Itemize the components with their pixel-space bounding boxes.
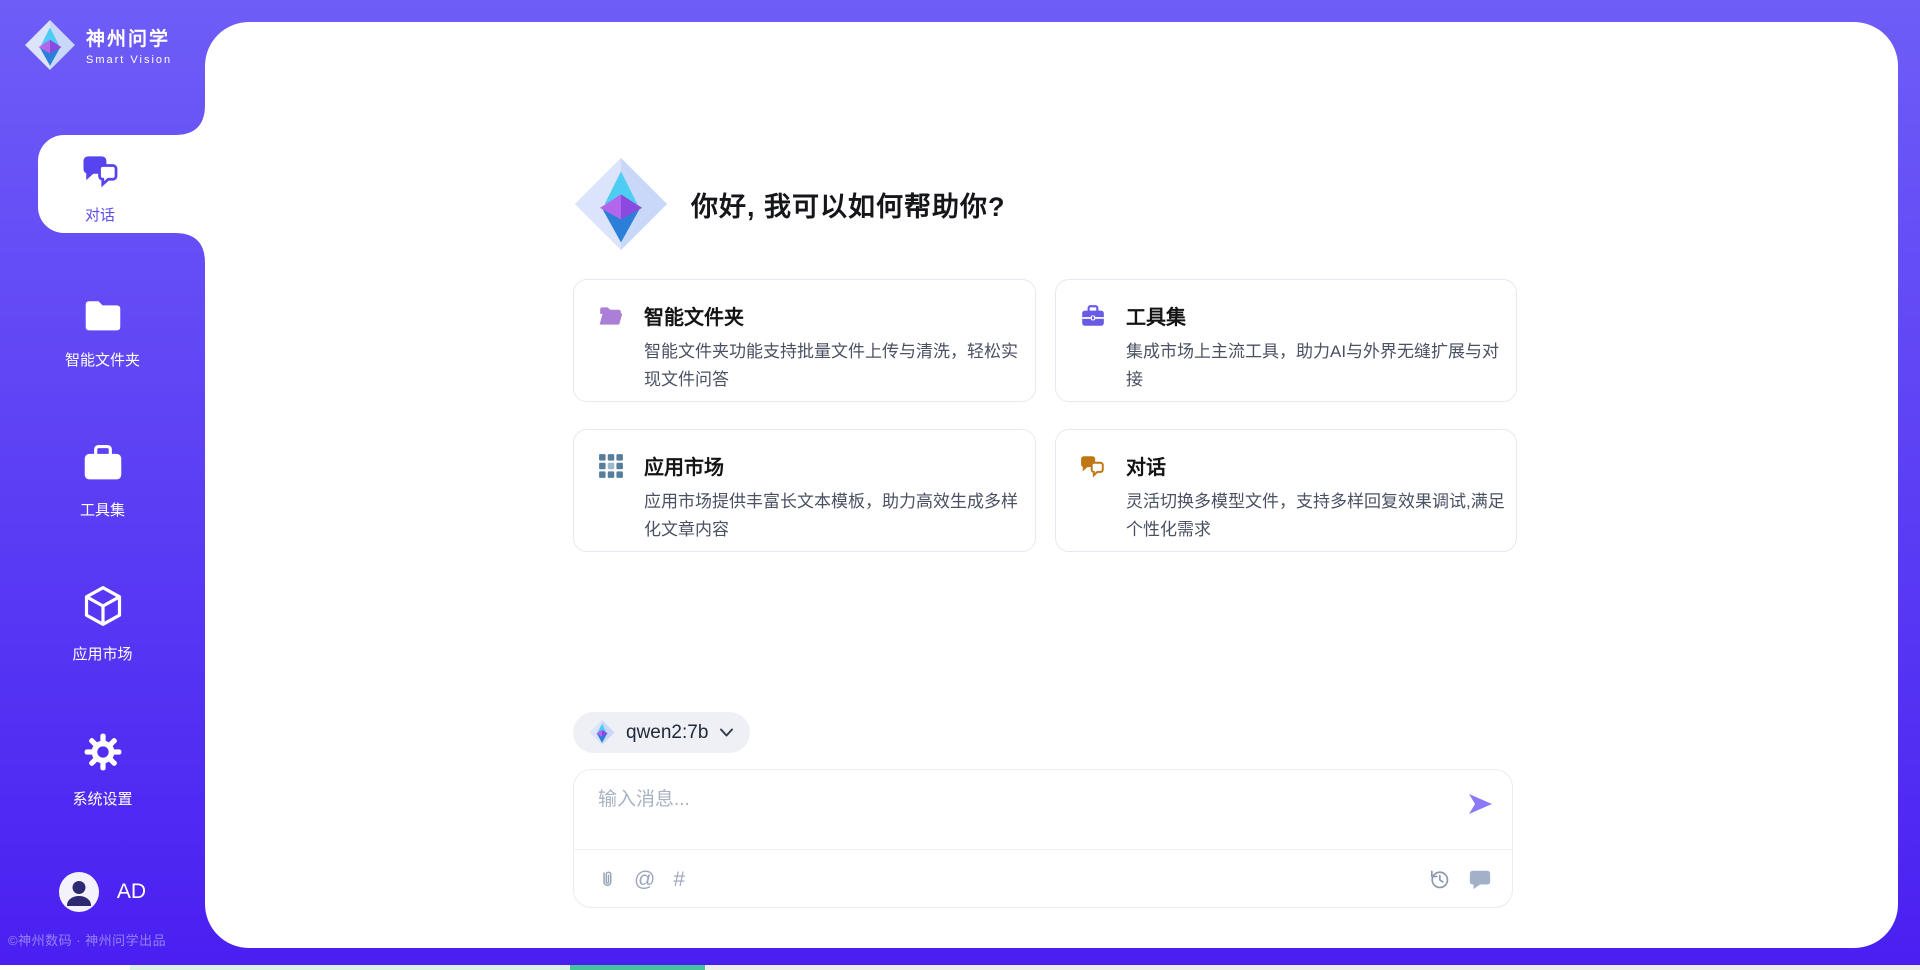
greeting-title: 你好, 我可以如何帮助你? [691, 185, 1006, 224]
bottom-edge-segment [570, 965, 705, 970]
history-icon [1428, 868, 1450, 890]
chevron-down-icon [719, 727, 734, 739]
brand-subtitle: Smart Vision [86, 54, 172, 66]
feature-cards: 智能文件夹 智能文件夹功能支持批量文件上传与清洗，轻松实现文件问答 工具集 集成… [573, 279, 1517, 552]
folder-icon [81, 294, 125, 334]
card-title: 对话 [1126, 451, 1166, 480]
briefcase-icon [81, 442, 125, 484]
composer-divider [574, 849, 1512, 850]
page-bottom-edge [0, 965, 1920, 970]
chat-log-button[interactable] [1468, 867, 1492, 891]
sidebar-item-toolset[interactable]: 工具集 [0, 442, 205, 520]
message-input[interactable] [598, 784, 1448, 842]
app-logo: 神州问学 Smart Vision [24, 18, 172, 72]
brand-diamond-icon [573, 155, 669, 253]
cube-icon [81, 584, 125, 628]
apps-grid-icon [598, 453, 624, 479]
sidebar-item-app-market[interactable]: 应用市场 [0, 584, 205, 664]
chat-icon [1080, 454, 1106, 478]
user-name: AD [117, 880, 146, 904]
sidebar-item-label: 智能文件夹 [0, 349, 205, 370]
card-chat[interactable]: 对话 灵活切换多模型文件，支持多样回复效果调试,满足个性化需求 [1055, 429, 1517, 552]
sidebar-item-smart-folder[interactable]: 智能文件夹 [0, 294, 205, 370]
composer-toolbar: @ # [598, 860, 1492, 898]
folder-icon [598, 304, 624, 328]
paperclip-icon [598, 867, 616, 891]
avatar [59, 872, 99, 912]
history-button[interactable] [1428, 868, 1450, 890]
model-name: qwen2:7b [626, 722, 708, 744]
greeting: 你好, 我可以如何帮助你? [573, 155, 1006, 253]
card-smart-folder[interactable]: 智能文件夹 智能文件夹功能支持批量文件上传与清洗，轻松实现文件问答 [573, 279, 1036, 402]
hash-button[interactable]: # [673, 869, 685, 890]
sidebar-item-settings[interactable]: 系统设置 [0, 731, 205, 809]
gear-icon [82, 731, 124, 773]
brand-diamond-icon [24, 18, 76, 72]
copyright-footer: ©神州数码 · 神州问学出品 [8, 930, 204, 949]
card-title: 应用市场 [644, 451, 724, 480]
send-icon [1466, 790, 1494, 818]
card-description: 集成市场上主流工具，助力AI与外界无缝扩展与对接 [1126, 338, 1508, 394]
user-account[interactable]: AD [0, 872, 205, 912]
briefcase-icon [1080, 304, 1106, 328]
card-app-market[interactable]: 应用市场 应用市场提供丰富长文本模板，助力高效生成多样化文章内容 [573, 429, 1036, 552]
brand-name: 神州问学 [86, 24, 172, 51]
card-toolset[interactable]: 工具集 集成市场上主流工具，助力AI与外界无缝扩展与对接 [1055, 279, 1517, 402]
mention-button[interactable]: @ [634, 869, 655, 890]
sidebar-item-label: 工具集 [0, 499, 205, 520]
card-title: 工具集 [1126, 301, 1186, 330]
brand-diamond-icon [589, 719, 615, 746]
card-description: 应用市场提供丰富长文本模板，助力高效生成多样化文章内容 [644, 488, 1026, 544]
message-composer: @ # [573, 769, 1513, 908]
send-button[interactable] [1466, 790, 1494, 818]
card-description: 智能文件夹功能支持批量文件上传与清洗，轻松实现文件问答 [644, 338, 1026, 394]
sidebar-item-label: 系统设置 [0, 788, 205, 809]
sidebar: 神州问学 Smart Vision 智能文件夹 工具集 应用市场 [0, 0, 205, 970]
chat-bubble-icon [1468, 867, 1492, 891]
model-selector[interactable]: qwen2:7b [573, 712, 750, 753]
attachment-button[interactable] [598, 867, 616, 891]
card-description: 灵活切换多模型文件，支持多样回复效果调试,满足个性化需求 [1126, 488, 1508, 544]
card-title: 智能文件夹 [644, 301, 744, 330]
sidebar-item-label: 应用市场 [0, 643, 205, 664]
